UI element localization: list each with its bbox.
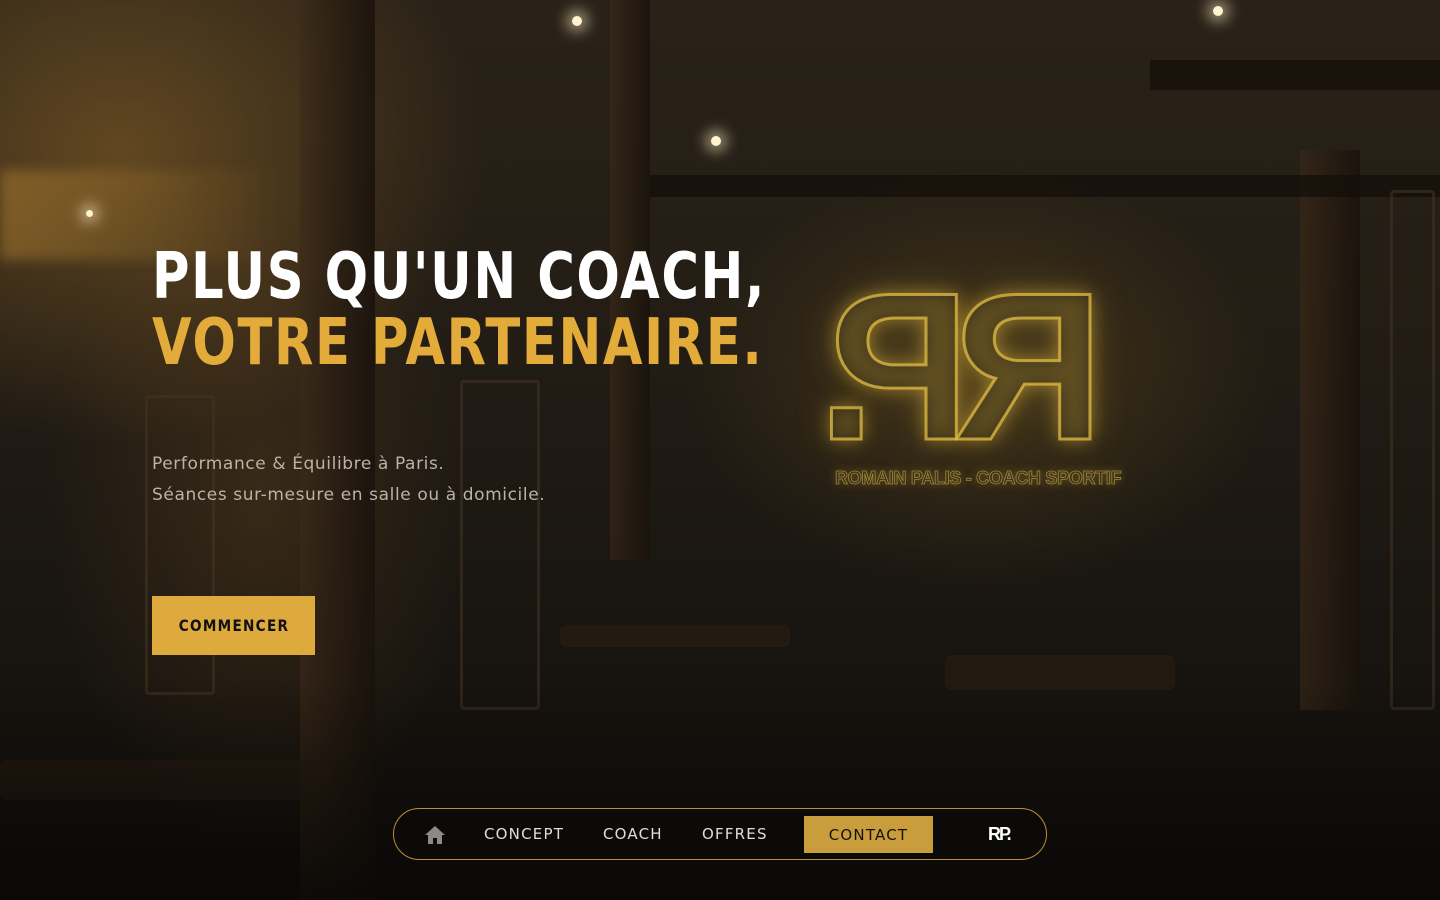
commencer-button-label: COMMENCER [178, 616, 289, 635]
gym-machine [460, 380, 540, 710]
ceiling-spotlight [1213, 6, 1223, 16]
subtitle-line-1: Performance & Équilibre à Paris. [152, 454, 445, 474]
home-icon[interactable] [424, 825, 446, 845]
hero-section: RP. ROMAIN PALIS - COACH SPORTIF PLUS QU… [0, 0, 1440, 900]
bottom-nav: CONCEPT COACH OFFRES CONTACT RP. [393, 808, 1047, 860]
neon-wall-sign: RP. ROMAIN PALIS - COACH SPORTIF [834, 248, 1130, 489]
nav-item-offres[interactable]: OFFRES [702, 809, 768, 859]
ceiling-spotlight [711, 136, 721, 146]
floor-shadow [0, 680, 1440, 900]
pulley-bar [1150, 60, 1440, 90]
ceiling-spotlight [572, 16, 582, 26]
cable-machine-frame [1300, 150, 1360, 710]
neon-logo-mark: RP. [834, 248, 1106, 486]
subtitle-line-2: Séances sur-mesure en salle ou à domicil… [152, 485, 546, 505]
nav-item-coach[interactable]: COACH [603, 809, 663, 859]
nav-item-concept[interactable]: CONCEPT [484, 809, 564, 859]
headline-line-2: VOTRE PARTENAIRE. [152, 306, 764, 380]
commencer-button[interactable]: COMMENCER [152, 596, 315, 655]
gym-machine [1390, 190, 1435, 710]
ceiling-beam [650, 175, 1440, 197]
nav-item-contact[interactable]: CONTACT [804, 816, 933, 853]
hero-subtitle: Performance & Équilibre à Paris. Séances… [152, 449, 545, 511]
nav-logo[interactable]: RP. [988, 823, 1012, 845]
ceiling-spotlight [86, 210, 93, 217]
headline-line-1: PLUS QU'UN COACH, [152, 240, 767, 314]
hero-headline: PLUS QU'UN COACH, VOTRE PARTENAIRE. [152, 244, 766, 376]
weight-bench [560, 625, 790, 647]
